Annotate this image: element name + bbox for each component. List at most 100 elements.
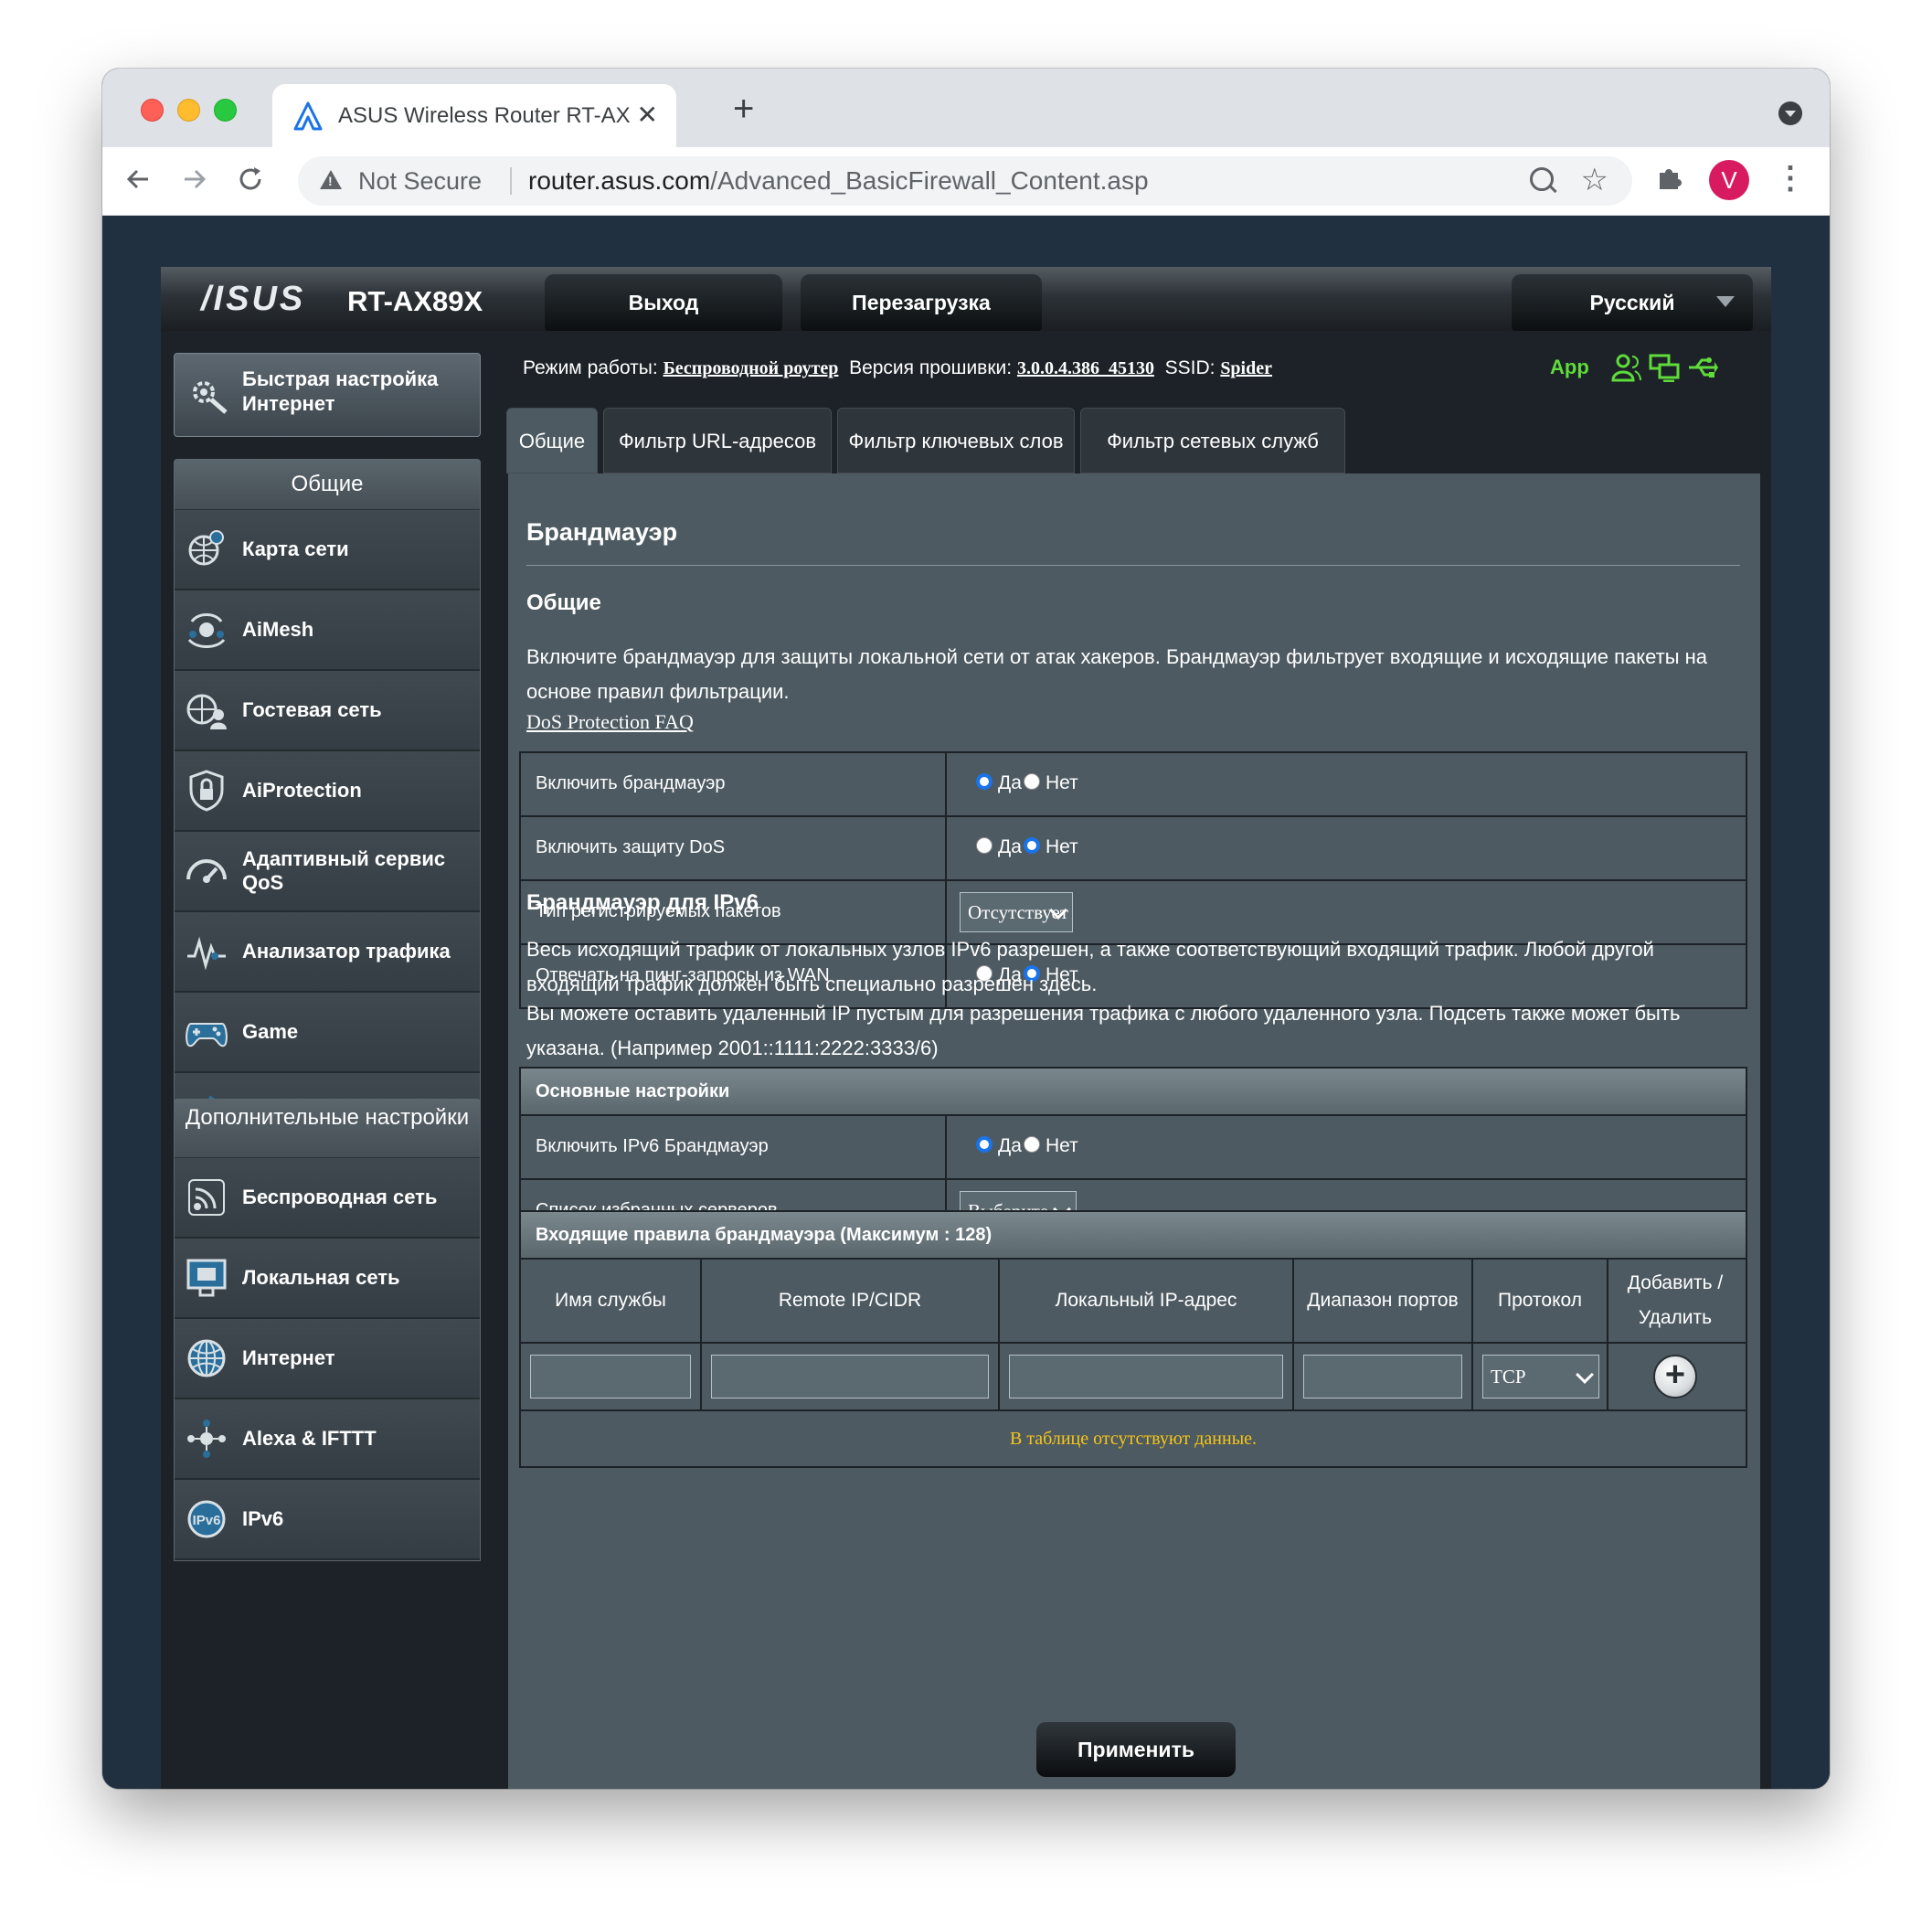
remote-ip-input[interactable] xyxy=(711,1355,989,1399)
minimize-window-button[interactable] xyxy=(177,99,200,122)
language-select[interactable]: Русский xyxy=(1512,274,1753,331)
general-menu-title: Общие xyxy=(175,460,480,510)
sidebar-item-aimesh[interactable]: AiMesh xyxy=(175,590,480,671)
close-tab-icon[interactable]: ✕ xyxy=(637,100,658,131)
clients-icon[interactable] xyxy=(1610,353,1641,382)
reboot-button[interactable]: Перезагрузка xyxy=(801,274,1042,331)
port-range-input[interactable] xyxy=(1303,1355,1462,1399)
bookmark-star-icon[interactable]: ☆ xyxy=(1581,162,1608,198)
router-model: RT-AX89X xyxy=(347,285,483,317)
sidebar-item-label: Адаптивный сервис QoS xyxy=(242,847,446,894)
tab-keyword-filter[interactable]: Фильтр ключевых слов xyxy=(837,408,1075,473)
sidebar-item-ipv6[interactable]: IPv6 IPv6 xyxy=(175,1480,480,1560)
qos-icon xyxy=(186,859,227,883)
ipv6-description-2: Вы можете оставить удаленный IP пустым д… xyxy=(526,1002,1681,1059)
close-window-button[interactable] xyxy=(141,99,164,122)
dos-yes-label: Да xyxy=(998,836,1022,857)
advanced-menu: Дополнительные настройки Беспроводная се… xyxy=(174,1099,481,1561)
sidebar-item-traffic-analyzer[interactable]: Анализатор трафика xyxy=(175,912,480,993)
sidebar-item-label: Интернет xyxy=(242,1346,335,1369)
sidebar-item-network-map[interactable]: Карта сети xyxy=(175,510,480,590)
tab-network-services-filter[interactable]: Фильтр сетевых служб xyxy=(1080,408,1345,473)
aiprotection-icon xyxy=(189,770,224,812)
guest-network-icon xyxy=(186,694,227,729)
sidebar-item-internet[interactable]: Интернет xyxy=(175,1319,480,1399)
sidebar-item-wireless[interactable]: Беспроводная сеть xyxy=(175,1158,480,1239)
ssid-link[interactable]: Spider xyxy=(1220,358,1272,378)
browser-toolbar: Not Secure router.asus.com/Advanced_Basi… xyxy=(102,147,1830,216)
url-path: /Advanced_BasicFirewall_Content.asp xyxy=(710,166,1149,195)
language-label: Русский xyxy=(1589,291,1675,314)
firewall-yes-radio[interactable] xyxy=(976,773,993,790)
extensions-puzzle-icon[interactable] xyxy=(1656,164,1683,191)
mode-link[interactable]: Беспроводной роутер xyxy=(663,358,839,378)
service-name-input[interactable] xyxy=(530,1355,691,1399)
mode-label: Режим работы: xyxy=(523,357,658,378)
tab-url-filter[interactable]: Фильтр URL-адресов xyxy=(603,408,832,473)
sidebar-item-guest-network[interactable]: Гостевая сеть xyxy=(175,671,480,751)
col-service-name: Имя службы xyxy=(521,1260,702,1342)
sidebar-item-aiprotection[interactable]: AiProtection xyxy=(175,751,480,832)
enable-ipv6-firewall-label: Включить IPv6 Брандмауэр xyxy=(536,1136,769,1156)
network-devices-icon[interactable] xyxy=(1649,353,1680,382)
address-bar[interactable]: Not Secure router.asus.com/Advanced_Basi… xyxy=(298,156,1632,206)
protocol-select[interactable]: TCP xyxy=(1482,1355,1599,1399)
firmware-label: Версия прошивки: xyxy=(849,357,1013,378)
app-link[interactable]: App xyxy=(1550,355,1589,380)
maximize-window-button[interactable] xyxy=(214,99,237,122)
sidebar-item-lan[interactable]: Локальная сеть xyxy=(175,1239,480,1319)
apply-button[interactable]: Применить xyxy=(1036,1722,1236,1777)
sidebar-item-qos[interactable]: Адаптивный сервис QoS xyxy=(175,832,480,912)
add-rule-plus-icon[interactable]: + xyxy=(1653,1355,1697,1399)
col-protocol: Протокол xyxy=(1473,1260,1608,1342)
quick-setup-label: Быстрая настройка Интернет xyxy=(242,367,439,415)
not-secure-label[interactable]: Not Secure xyxy=(358,166,482,196)
tab-search-icon[interactable] xyxy=(1778,101,1802,125)
back-icon[interactable] xyxy=(124,165,152,193)
protocol-value: TCP xyxy=(1491,1366,1526,1388)
profile-avatar[interactable]: V xyxy=(1709,160,1749,200)
inbound-rules-columns: Имя службы Remote IP/CIDR Локальный IP-а… xyxy=(521,1260,1746,1344)
log-type-select[interactable]: Отсутствует xyxy=(960,892,1073,932)
firewall-no-radio[interactable] xyxy=(1024,773,1040,790)
logout-button[interactable]: Выход xyxy=(545,274,782,331)
asus-favicon-icon xyxy=(293,101,323,131)
page-title: Брандмауэр xyxy=(526,518,678,546)
dos-no-radio[interactable] xyxy=(1024,837,1040,854)
row-enable-firewall: Включить брандмауэр Да Нет xyxy=(521,753,1746,817)
sidebar-item-label: Карта сети xyxy=(242,537,349,560)
reload-icon[interactable] xyxy=(236,165,265,194)
alexa-icon xyxy=(187,1420,226,1458)
general-heading: Общие xyxy=(526,590,601,615)
browser-menu-icon[interactable]: ⋮ xyxy=(1775,160,1806,197)
browser-tab[interactable]: ASUS Wireless Router RT-AX89X ✕ xyxy=(272,84,676,147)
ipv6-fw-yes-radio[interactable] xyxy=(976,1136,993,1153)
ipv6-fw-no-radio[interactable] xyxy=(1024,1136,1040,1153)
firewall-no-label: Нет xyxy=(1046,772,1078,793)
col-add-delete: Добавить / Удалить xyxy=(1627,1272,1724,1328)
ssid-label: SSID: xyxy=(1164,357,1215,378)
forward-icon[interactable] xyxy=(181,165,208,193)
zoom-icon[interactable] xyxy=(1530,167,1554,191)
usb-status-icon[interactable] xyxy=(1687,353,1718,382)
enable-firewall-label: Включить брандмауэр xyxy=(536,773,726,793)
ipv6-icon: IPv6 xyxy=(187,1500,226,1538)
local-ip-input[interactable] xyxy=(1009,1355,1283,1399)
quick-setup-icon xyxy=(193,381,228,414)
sidebar-item-game[interactable]: Game xyxy=(175,993,480,1073)
dos-faq-link[interactable]: DoS Protection FAQ xyxy=(526,709,694,735)
dos-yes-radio[interactable] xyxy=(976,837,993,854)
quick-internet-setup[interactable]: Быстрая настройка Интернет xyxy=(174,353,481,437)
sidebar-item-label: IPv6 xyxy=(242,1507,284,1530)
sidebar-item-label: AiProtection xyxy=(242,779,362,802)
sidebar-item-alexa[interactable]: Alexa & IFTTT xyxy=(175,1399,480,1480)
tab-general[interactable]: Общие xyxy=(506,408,598,473)
network-map-icon xyxy=(188,530,224,566)
sidebar-item-label: Анализатор трафика xyxy=(242,940,451,962)
status-line: Режим работы: Беспроводной роутер Версия… xyxy=(523,356,1272,380)
sidebar-item-label: Беспроводная сеть xyxy=(242,1186,438,1208)
new-tab-button[interactable]: + xyxy=(733,90,754,127)
firmware-link[interactable]: 3.0.0.4.386_45130 xyxy=(1017,358,1154,378)
router-ui: /ISUS RT-AX89X Выход Перезагрузка Русски… xyxy=(161,267,1771,1789)
url-text[interactable]: router.asus.com/Advanced_BasicFirewall_C… xyxy=(528,166,1149,196)
